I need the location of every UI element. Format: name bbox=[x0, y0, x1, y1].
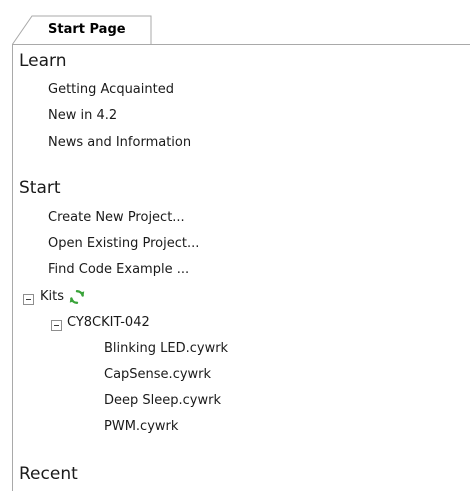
kit-file-pwm[interactable]: PWM.cywrk bbox=[104, 419, 178, 434]
link-getting-acquainted[interactable]: Getting Acquainted bbox=[48, 82, 174, 97]
link-news-and-information[interactable]: News and Information bbox=[48, 135, 191, 150]
kits-collapse-toggle[interactable] bbox=[23, 294, 34, 305]
kit-node-cy8ckit-042[interactable]: CY8CKIT-042 bbox=[67, 315, 150, 330]
start-page-content: Learn Getting Acquainted New in 4.2 News… bbox=[12, 45, 470, 491]
kit-file-blinking-led[interactable]: Blinking LED.cywrk bbox=[104, 341, 228, 356]
link-open-existing-project[interactable]: Open Existing Project... bbox=[48, 236, 199, 251]
tab-start-page[interactable]: Start Page bbox=[12, 15, 152, 46]
refresh-icon[interactable] bbox=[69, 289, 85, 305]
recent-heading: Recent bbox=[19, 464, 78, 484]
kit-collapse-toggle[interactable] bbox=[51, 320, 62, 331]
kit-file-deep-sleep[interactable]: Deep Sleep.cywrk bbox=[104, 393, 221, 408]
tab-strip: Start Page bbox=[0, 0, 470, 46]
tab-start-page-label: Start Page bbox=[48, 22, 126, 37]
kits-node-label[interactable]: Kits bbox=[40, 289, 64, 304]
link-new-in-version[interactable]: New in 4.2 bbox=[48, 108, 117, 123]
start-heading: Start bbox=[19, 178, 61, 198]
link-create-new-project[interactable]: Create New Project... bbox=[48, 210, 185, 225]
start-page-window: Start Page Learn Getting Acquainted New … bbox=[0, 0, 470, 491]
kit-file-capsense[interactable]: CapSense.cywrk bbox=[104, 367, 211, 382]
link-find-code-example[interactable]: Find Code Example ... bbox=[48, 262, 189, 277]
learn-heading: Learn bbox=[19, 51, 67, 71]
